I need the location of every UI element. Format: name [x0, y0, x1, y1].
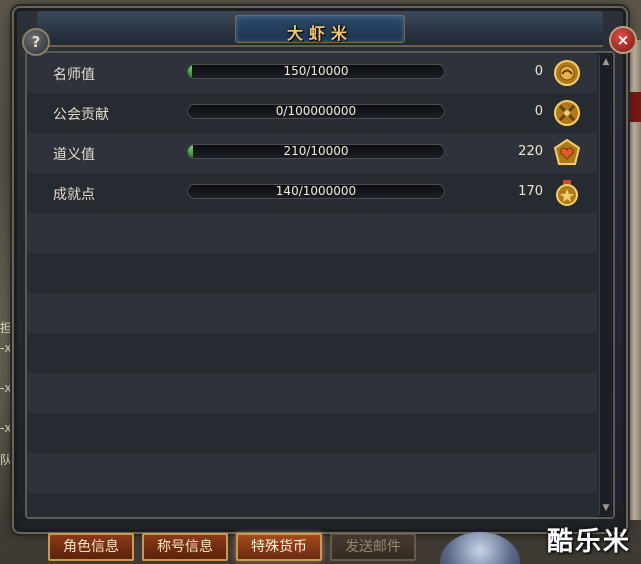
currency-name: 道义值: [53, 147, 95, 163]
empty-row: [27, 373, 597, 413]
empty-row: [27, 493, 597, 517]
currency-row-mentor: 名师值 150/10000 0: [27, 53, 597, 93]
currency-row-righteousness: 道义值 210/10000 220: [27, 133, 597, 173]
currency-row-achievement: 成就点 140/1000000 170: [27, 173, 597, 213]
progress-text: 150/10000: [283, 64, 349, 78]
window-titlebar[interactable]: 大虾米: [37, 11, 603, 47]
currency-name: 名师值: [53, 67, 95, 83]
currency-progress-bar: 0/100000000: [187, 104, 445, 119]
tab-special-currency[interactable]: 特殊货币: [236, 533, 322, 561]
empty-row: [27, 253, 597, 293]
currency-progress-bar: 150/10000: [187, 64, 445, 79]
empty-row: [27, 293, 597, 333]
tab-character-info[interactable]: 角色信息: [48, 533, 134, 561]
currency-row-guild: 公会贡献 0/100000000 0: [27, 93, 597, 133]
window-title: 大虾米: [286, 24, 353, 43]
achievement-medal-icon: [556, 180, 578, 206]
progress-text: 0/100000000: [275, 104, 357, 118]
progress-text: 140/1000000: [275, 184, 357, 198]
currency-progress-bar: 210/10000: [187, 144, 445, 159]
site-watermark: 酷乐米: [546, 527, 631, 557]
currency-name: 公会贡献: [53, 107, 109, 123]
close-button[interactable]: ×: [609, 26, 637, 54]
scroll-down-arrow-icon[interactable]: ▼: [601, 503, 611, 513]
empty-row: [27, 413, 597, 453]
currency-list: 名师值 150/10000 0 公会贡献 0/100000000 0 道义值 2…: [27, 53, 613, 517]
currency-progress-bar: 140/1000000: [187, 184, 445, 199]
guild-crossed-swords-icon: [554, 100, 580, 126]
scroll-up-arrow-icon[interactable]: ▲: [601, 57, 611, 67]
mentor-medal-icon: [554, 60, 580, 86]
currency-count: 170: [518, 184, 543, 199]
window-tabs: 角色信息 称号信息 特殊货币 发送邮件: [48, 533, 416, 561]
currency-count: 0: [534, 104, 543, 119]
currency-count: 220: [518, 144, 543, 159]
list-scrollbar[interactable]: ▲ ▼: [599, 55, 611, 515]
help-button[interactable]: ?: [22, 28, 50, 56]
background-red-marker: [629, 92, 641, 122]
currency-count: 0: [534, 64, 543, 79]
tab-title-info[interactable]: 称号信息: [142, 533, 228, 561]
currency-name: 成就点: [53, 187, 95, 203]
tab-send-mail[interactable]: 发送邮件: [330, 533, 416, 561]
currency-list-panel: 名师值 150/10000 0 公会贡献 0/100000000 0 道义值 2…: [25, 51, 615, 519]
empty-row: [27, 333, 597, 373]
empty-row: [27, 453, 597, 493]
empty-row: [27, 213, 597, 253]
progress-text: 210/10000: [283, 144, 349, 158]
special-currency-window: 大虾米 名师值 150/10000 0 公会贡献 0/100000000 0 道…: [14, 8, 626, 532]
title-plate: 大虾米: [235, 15, 405, 43]
heart-medal-icon: [553, 139, 581, 165]
